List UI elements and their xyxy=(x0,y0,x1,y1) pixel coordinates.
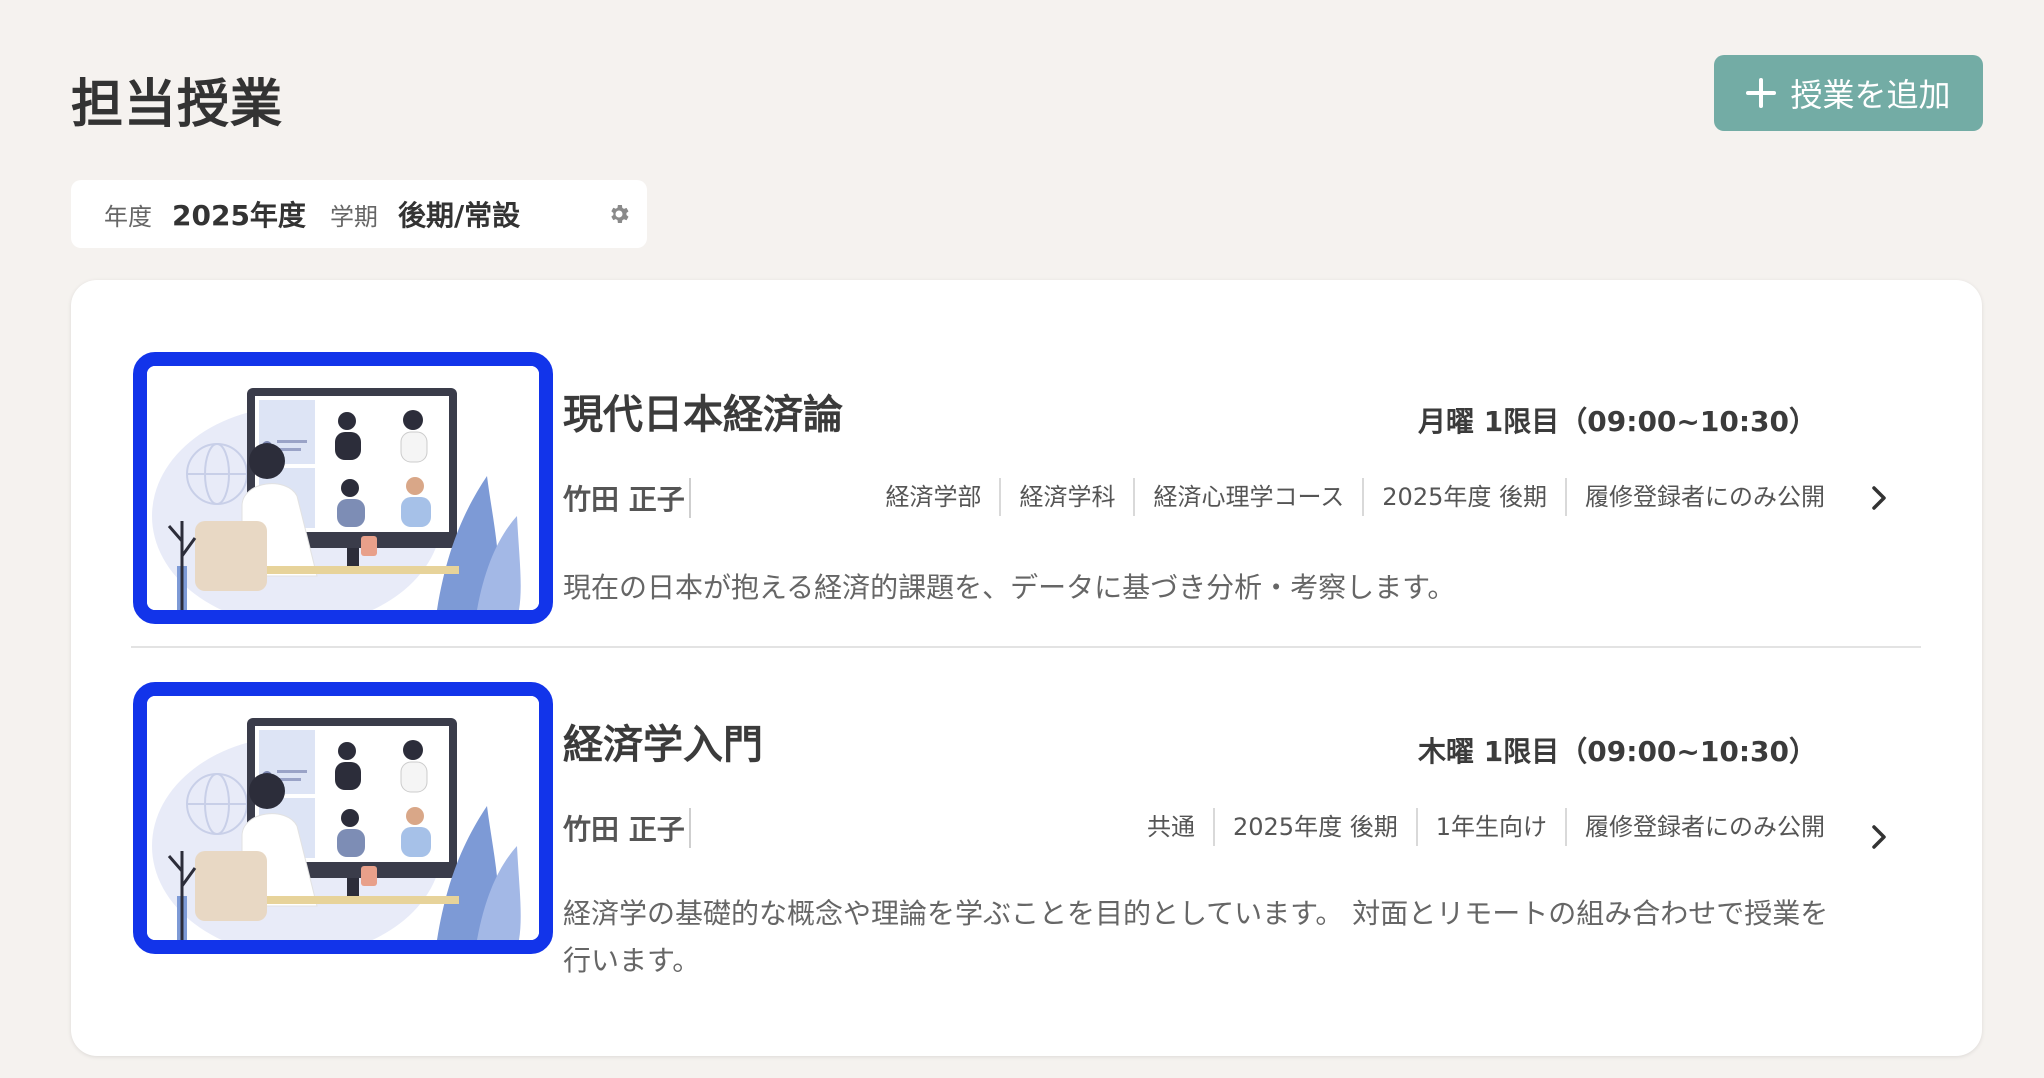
course-tag: 1年生向け xyxy=(1415,808,1565,846)
page: 担当授業 授業を追加 年度 2025年度 学期 後期/常設 現代日本経済論 月曜… xyxy=(0,0,2044,1078)
course-tags: 共通 2025年度 後期 1年生向け 履修登録者にのみ公開 xyxy=(1129,808,1825,846)
course-teacher: 竹田 正子 xyxy=(563,808,691,848)
course-tag: 2025年度 後期 xyxy=(1362,478,1565,516)
course-title[interactable]: 現代日本経済論 xyxy=(563,382,843,440)
course-title[interactable]: 経済学入門 xyxy=(563,712,763,770)
page-title: 担当授業 xyxy=(71,75,284,135)
chevron-right-icon[interactable] xyxy=(1867,483,1891,513)
course-thumbnail xyxy=(133,682,553,954)
course-item[interactable]: 現代日本経済論 月曜 1限目（09:00~10:30） 竹田 正子 経済学部 経… xyxy=(131,352,1921,640)
course-list-card: 現代日本経済論 月曜 1限目（09:00~10:30） 竹田 正子 経済学部 経… xyxy=(71,280,1982,1056)
add-course-button-label: 授業を追加 xyxy=(1790,76,1951,114)
course-tag: 2025年度 後期 xyxy=(1213,808,1416,846)
course-tag: 経済学部 xyxy=(885,483,982,511)
course-thumbnail xyxy=(133,352,553,624)
term-filter[interactable]: 年度 2025年度 学期 後期/常設 xyxy=(71,180,647,248)
course-schedule: 木曜 1限目（09:00~10:30） xyxy=(1418,735,1817,768)
course-teacher: 竹田 正子 xyxy=(563,478,691,518)
course-tag: 経済心理学コース xyxy=(1133,478,1362,516)
gear-icon[interactable] xyxy=(607,202,631,226)
course-tag: 経済学科 xyxy=(999,478,1133,516)
divider xyxy=(131,646,1921,648)
course-schedule: 月曜 1限目（09:00~10:30） xyxy=(1418,405,1817,438)
plus-icon xyxy=(1746,78,1777,108)
course-tag: 履修登録者にのみ公開 xyxy=(1565,808,1825,846)
add-course-button[interactable]: 授業を追加 xyxy=(1714,55,1983,131)
chevron-right-icon[interactable] xyxy=(1867,822,1891,852)
course-tag: 履修登録者にのみ公開 xyxy=(1565,478,1825,516)
course-item[interactable]: 経済学入門 木曜 1限目（09:00~10:30） 竹田 正子 共通 2025年… xyxy=(131,682,1921,982)
year-value: 2025年度 xyxy=(172,199,306,232)
course-description: 経済学の基礎的な概念や理論を学ぶことを目的としています。 対面とリモートの組み合… xyxy=(563,897,1829,977)
course-description: 現在の日本が抱える経済的課題を、データに基づき分析・考察します。 xyxy=(563,571,1456,604)
term-value: 後期/常設 xyxy=(397,199,521,232)
course-tag: 共通 xyxy=(1147,813,1195,841)
year-label: 年度 xyxy=(104,202,152,231)
term-label: 学期 xyxy=(329,202,378,231)
course-tags: 経済学部 経済学科 経済心理学コース 2025年度 後期 履修登録者にのみ公開 xyxy=(867,478,1825,516)
